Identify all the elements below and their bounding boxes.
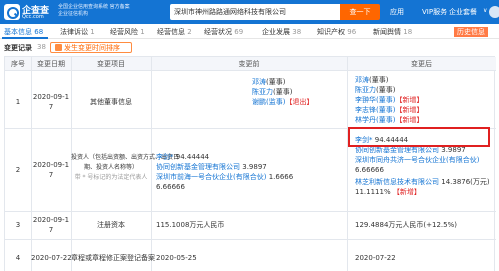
tab-history[interactable]: 历史信息 <box>454 27 488 37</box>
column-header-index: 序号 <box>5 57 31 71</box>
after-investor-amount: 6.66666 <box>355 166 384 174</box>
row-date: 7 <box>48 226 54 234</box>
row-index: 4 <box>15 254 21 262</box>
search-button[interactable]: 查一下 <box>340 4 380 20</box>
active-tab-underline <box>2 37 48 39</box>
row-date: 2020-09-1 <box>32 216 70 224</box>
nav-app[interactable]: 应用 <box>390 7 404 17</box>
before-investor-amount: 6.66666 <box>156 183 185 191</box>
before-name[interactable]: 陈亚力(董事) <box>252 87 292 97</box>
tab-risk[interactable]: 经营风险 1 <box>110 27 145 37</box>
section-tabs: 基本信息 68 法律诉讼 1 经营风险 1 经营信息 2 经营状况 69 企业发… <box>0 24 499 39</box>
row-item: 投资人（包括出资额、出资方式、出资日 <box>71 154 180 161</box>
highlight-box <box>348 127 490 147</box>
after-name[interactable]: 邓涛(董事) <box>355 75 388 85</box>
row-item-note: 带 * 号标记的为法定代表人 <box>74 174 148 181</box>
after-investor-new[interactable]: 林芝利新信息技术有限公司 14.3876(万元) <box>355 177 490 187</box>
row-index: 1 <box>15 98 21 106</box>
after-name[interactable]: 李志锋(董事)【新增】 <box>355 105 423 115</box>
after-capital: 129.4884万元人民币(+12.5%) <box>355 221 457 229</box>
row-date: 7 <box>48 171 54 179</box>
qcc-logo-icon[interactable] <box>4 4 20 20</box>
section-title: 变更记录 <box>4 44 32 52</box>
tab-legal[interactable]: 法律诉讼 1 <box>60 27 95 37</box>
before-investor[interactable]: 协同创新基金管理有限公司 3.9897 <box>156 162 267 172</box>
nav-vip[interactable]: VIP服务 <box>422 7 447 17</box>
after-name[interactable]: 李翀华(董事)【新增】 <box>355 95 423 105</box>
sort-icon <box>55 44 62 51</box>
tab-development[interactable]: 企业发展 38 <box>262 27 301 37</box>
section-count: 38 <box>37 43 46 51</box>
nav-enterprise[interactable]: 企业套餐 <box>449 7 477 17</box>
after-name[interactable]: 林学丹(董事)【新增】 <box>355 115 423 125</box>
brand-slogan: 全国企业信用查询系统 官方备案企业征信机构 <box>58 4 130 17</box>
tab-basic-info[interactable]: 基本信息 68 <box>4 27 43 37</box>
tab-business[interactable]: 经营信息 2 <box>157 27 192 37</box>
column-header-before: 变更前 <box>151 57 347 71</box>
before-name[interactable]: 邓涛(董事) <box>252 77 285 87</box>
top-header: 企查查 Qcc.com 全国企业信用查询系统 官方备案企业征信机构 深圳市神州路… <box>0 0 499 24</box>
row-date: 7 <box>48 103 54 111</box>
row-item: 注册资本 <box>97 221 125 229</box>
row-index: 2 <box>15 166 21 174</box>
chevron-down-icon[interactable]: ∨ <box>483 7 487 14</box>
row-date: 2020-07-22 <box>31 254 72 262</box>
before-investor[interactable]: 深圳市前海一号合伙企业(有限合伙) 1.6666 <box>156 172 293 182</box>
after-investor-share: 11.1111% 【新增】 <box>355 188 421 196</box>
avatar[interactable] <box>489 6 499 18</box>
after-date: 2020-07-22 <box>355 254 396 262</box>
brand-url: Qcc.com <box>22 14 44 20</box>
after-investor[interactable]: 深圳市同舟共济一号合伙企业(有限合伙) <box>355 155 479 165</box>
tab-ip[interactable]: 知识产权 96 <box>317 27 356 37</box>
before-investor[interactable]: 李剑* 94.44444 <box>156 152 209 162</box>
before-capital: 115.1008万元人民币 <box>156 221 225 229</box>
row-item: 期、投资人名称等） <box>83 164 138 171</box>
row-item: 其他董事信息 <box>90 98 132 106</box>
column-header-item: 变更项目 <box>71 57 151 71</box>
column-header-after: 变更后 <box>347 57 496 71</box>
row-date: 2020-09-1 <box>32 161 70 169</box>
tab-status[interactable]: 经营状况 69 <box>204 27 243 37</box>
row-item: 章程或章程修正案登记备案 <box>71 254 155 262</box>
row-date: 2020-09-1 <box>32 93 70 101</box>
before-date: 2020-05-25 <box>156 254 197 262</box>
tab-news[interactable]: 新闻舆情 18 <box>373 27 412 37</box>
change-record-table: 序号 变更日期 变更项目 变更前 变更后 1 2020-09-1 7 其他董事信… <box>4 56 496 271</box>
row-index: 3 <box>15 221 21 229</box>
after-name[interactable]: 陈亚力(董事) <box>355 85 395 95</box>
row-divider <box>5 211 496 212</box>
column-header-date: 变更日期 <box>31 57 71 71</box>
company-search-input[interactable]: 深圳市神州路路通网络科技有限公司 <box>170 4 340 20</box>
sort-filter-label[interactable]: 发生变更时间排序 <box>64 43 120 53</box>
row-divider <box>5 239 496 240</box>
before-name[interactable]: 谢鹏(监事)【退出】 <box>252 97 313 107</box>
